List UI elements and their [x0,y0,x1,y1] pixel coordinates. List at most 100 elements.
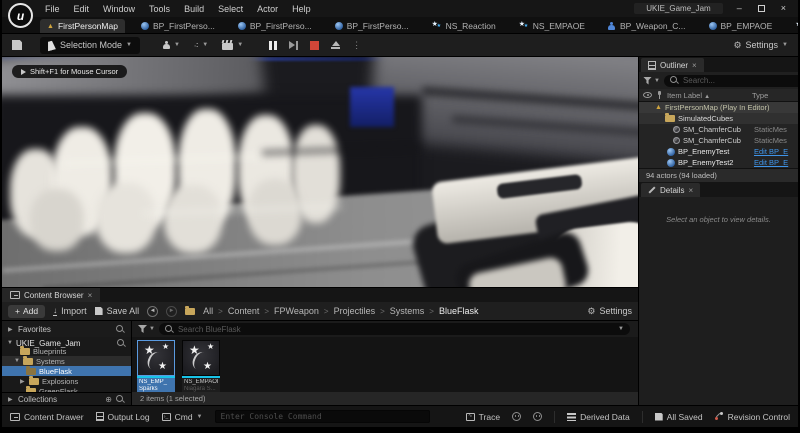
blueprints-dropdown[interactable]: ∙∶ ▼ [194,41,208,50]
chevron-down-icon: ▼ [14,358,20,364]
breadcrumb-systems[interactable]: Systems [390,306,425,316]
forward-button[interactable]: ► [166,306,177,317]
outliner-row-folder[interactable]: SimulatedCubes [639,113,798,124]
outliner-row-staticmesh[interactable]: SM_ChamferCub StaticMes [639,124,798,135]
unreal-logo-icon[interactable]: u [8,3,33,28]
save-all-button[interactable]: Save All [95,306,140,316]
close-icon[interactable]: × [781,4,786,13]
tree-item-blueprints[interactable]: Blueprints [2,346,131,356]
minimize-icon[interactable]: – [737,4,742,13]
breadcrumb-fpweapon[interactable]: FPWeapon [274,306,319,316]
maximize-icon[interactable] [758,5,765,12]
eject-button[interactable] [331,41,340,49]
collections-section[interactable]: ▶ Collections ⊕ [2,392,131,405]
tab-bp-weapon[interactable]: BP_Weapon_C... [601,19,693,33]
asset-search[interactable]: ▼ [159,323,630,335]
blueprint-icon [238,22,246,30]
breadcrumb-content[interactable]: Content [228,306,260,316]
outliner-row-staticmesh[interactable]: SM_ChamferCub StaticMes [639,135,798,146]
breadcrumb-blueflask[interactable]: BlueFlask [439,306,479,316]
revision-control-button[interactable]: Revision Control [715,412,790,422]
add-button[interactable]: + Add [8,305,45,318]
close-icon[interactable]: × [688,186,693,195]
outliner-row-bp-enemy2[interactable]: BP_EnemyTest2 Edit BP_E [639,157,798,168]
tree-item-systems[interactable]: ▼ Systems [2,356,131,366]
tab-firstpersonmap[interactable]: ▲ FirstPersonMap [40,19,125,33]
outliner-search-input[interactable] [683,76,793,85]
output-log-button[interactable]: Output Log [96,412,150,422]
all-saved-button[interactable]: All Saved [655,412,703,422]
trace-button[interactable]: ∿ Trace [466,412,500,422]
menu-help[interactable]: Help [285,4,318,14]
asset-tile-ns-emp-sparks[interactable]: ★ ★ ★ NS_EMP_ Sparks [137,340,177,394]
add-collection-icon[interactable]: ⊕ [105,395,112,404]
selection-mode-dropdown[interactable]: Selection Mode ▼ [40,37,140,54]
breadcrumb-all[interactable]: All [203,306,213,316]
menu-build[interactable]: Build [177,4,211,14]
content-drawer-button[interactable]: Content Drawer [10,412,84,422]
tree-item-explosions[interactable]: ▶ Explosions [2,376,131,386]
details-tab[interactable]: Details × [641,183,700,197]
console-command-input[interactable] [221,411,424,422]
import-button[interactable]: ↓ Import [53,306,87,316]
tab-ns-reaction[interactable]: NS_Reaction [425,19,503,33]
folder-icon [23,358,33,365]
stop-button[interactable] [310,41,319,50]
game-viewport[interactable]: Shift+F1 for Mouse Cursor [2,57,638,287]
outliner-search[interactable]: ▼ [664,75,798,87]
niagara-thumbnail: ★ ★ ★ [182,340,220,376]
visibility-column-icon[interactable] [643,92,652,98]
menu-edit[interactable]: Edit [67,4,97,14]
outliner-filter-dropdown[interactable]: ▼ [643,77,660,85]
sort-asc-icon: ▲ [704,94,710,100]
insights-icon[interactable] [512,412,521,421]
back-button[interactable]: ◄ [147,306,158,317]
edit-blueprint-link[interactable]: Edit BP_E [754,147,796,156]
tab-ns-emp-sparks[interactable]: NS_EMP_Sparks [788,19,798,33]
search-icon[interactable] [116,325,125,334]
insights-icon[interactable] [533,412,542,421]
menu-tools[interactable]: Tools [142,4,177,14]
outliner-list[interactable]: ▲ FirstPersonMap (Play In Editor) Simula… [639,102,798,168]
search-icon[interactable] [117,339,126,348]
pause-button[interactable] [269,41,277,50]
filter-dropdown[interactable]: ▼ [138,325,155,333]
tab-bp-firstperson-3[interactable]: BP_FirstPerso... [328,19,416,33]
tree-item-blueflask[interactable]: BlueFlask [2,366,131,376]
menu-window[interactable]: Window [96,4,142,14]
content-browser-tab[interactable]: Content Browser × [2,288,100,302]
outliner-row-level[interactable]: ▲ FirstPersonMap (Play In Editor) [639,102,798,113]
asset-search-input[interactable] [178,325,614,334]
asset-grid[interactable]: ★ ★ ★ NS_EMP_ Sparks [132,337,638,405]
favorites-section[interactable]: ▶ Favorites [2,321,132,337]
edit-blueprint-link[interactable]: Edit BP_E [754,158,796,167]
search-icon[interactable] [116,395,125,404]
column-item-label[interactable]: Item Label ▲ [667,91,748,100]
menu-file[interactable]: File [38,4,67,14]
cinematics-dropdown[interactable]: ▼ [222,40,243,50]
close-icon[interactable]: × [692,61,697,70]
cmd-dropdown[interactable]: ›_ Cmd ▼ [162,412,203,422]
tab-bp-firstperson-2[interactable]: BP_FirstPerso... [231,19,319,33]
console-command-field[interactable] [215,410,430,423]
asset-tile-ns-empaoe[interactable]: ★ ★ ★ NS_EMPAOE Niagara S... [182,340,222,394]
frame-skip-button[interactable] [289,41,298,50]
breadcrumb-projectiles[interactable]: Projectiles [334,306,376,316]
menu-select[interactable]: Select [211,4,250,14]
tab-bp-firstperson-1[interactable]: BP_FirstPerso... [134,19,222,33]
save-button[interactable] [12,40,22,50]
outliner-tab[interactable]: Outliner × [641,58,704,72]
pin-column-icon[interactable] [656,91,663,100]
derived-data-button[interactable]: Derived Data [567,412,630,422]
tab-bp-empaoe[interactable]: BP_EMPAOE [702,19,780,33]
folder-icon [665,115,675,122]
tab-ns-empaoe[interactable]: NS_EMPAOE [512,19,592,33]
menu-actor[interactable]: Actor [250,4,285,14]
play-options-icon[interactable]: ⋮ [352,40,361,51]
column-type[interactable]: Type [752,91,794,100]
viewport-settings-dropdown[interactable]: ⚙ Settings ▼ [733,40,788,50]
cb-settings-dropdown[interactable]: ⚙ Settings [587,306,632,316]
close-icon[interactable]: × [88,291,93,300]
add-actor-dropdown[interactable]: ▼ [162,41,180,50]
outliner-row-bp-enemy[interactable]: BP_EnemyTest Edit BP_E [639,146,798,157]
